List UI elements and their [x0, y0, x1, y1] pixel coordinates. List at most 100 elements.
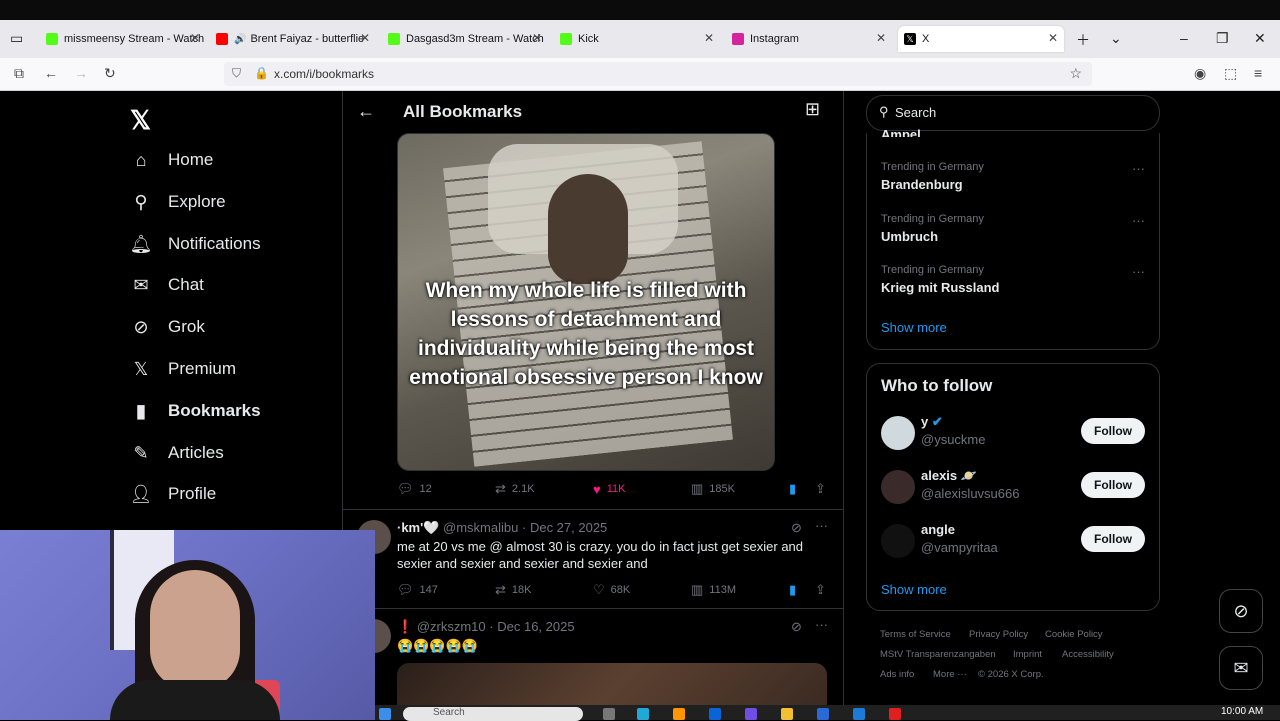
nav-home[interactable]: ⌂ Home: [130, 143, 214, 177]
footer-link-terms[interactable]: Terms of Service: [880, 629, 951, 640]
edge-icon[interactable]: [637, 708, 649, 720]
nav-articles[interactable]: ✎ Articles: [130, 436, 223, 470]
obs-icon[interactable]: [889, 708, 901, 720]
browser-tab-3[interactable]: Dasgasd3m Stream - Watch ✕: [382, 26, 548, 52]
menu-icon[interactable]: ≡: [1254, 65, 1262, 81]
follow-button[interactable]: Follow: [1081, 418, 1145, 444]
nav-explore[interactable]: ⚲ Explore: [130, 185, 225, 219]
nav-bookmarks[interactable]: ▮ Bookmarks: [130, 394, 261, 428]
browser-tab-6-active[interactable]: 𝕏 X ✕: [898, 26, 1064, 52]
windows-start-icon[interactable]: [379, 708, 391, 720]
vscode-icon[interactable]: [709, 708, 721, 720]
tweet-card[interactable]: ·km'🤍 @mskmalibu · Dec 27, 2025 ⊘ ··· me…: [343, 509, 843, 608]
footer-link-imprint[interactable]: Imprint: [1013, 649, 1042, 660]
nav-grok[interactable]: ⊘ Grok: [130, 310, 204, 344]
suggestion-name[interactable]: angle: [921, 522, 955, 537]
new-tab-icon[interactable]: ＋: [1076, 30, 1090, 50]
repost-button[interactable]: ⇄ 2.1K: [495, 481, 535, 497]
share-button[interactable]: ⇪: [815, 582, 832, 598]
like-button[interactable]: ♥ 11K: [593, 482, 625, 497]
avatar[interactable]: [881, 524, 915, 558]
hp-icon[interactable]: [853, 708, 865, 720]
suggestion-name[interactable]: alexis 🪐: [921, 468, 977, 484]
lock-icon[interactable]: 🔒: [254, 66, 269, 80]
grok-fab-button[interactable]: ⊘: [1219, 589, 1263, 633]
footer-link-transparency[interactable]: MStV Transparenzangaben: [880, 649, 996, 660]
browser-tab-1[interactable]: missmeensy Stream - Watch ✕: [40, 26, 206, 52]
footer-link-cookies[interactable]: Cookie Policy: [1045, 629, 1103, 640]
taskbar-search[interactable]: Search: [403, 707, 583, 721]
more-icon[interactable]: ···: [815, 617, 828, 632]
footer-link-accessibility[interactable]: Accessibility: [1062, 649, 1114, 660]
grok-icon[interactable]: ⊘: [791, 619, 802, 635]
tweet-author-handle[interactable]: @mskmalibu: [443, 520, 518, 535]
views-button[interactable]: ▥ 185K: [691, 481, 735, 497]
extensions-icon[interactable]: ⬚: [1224, 65, 1237, 82]
trend-name[interactable]: Umbruch: [881, 229, 938, 244]
tab-overview-icon[interactable]: ▭: [10, 30, 23, 47]
file-explorer-icon[interactable]: [781, 708, 793, 720]
discord-icon[interactable]: [745, 708, 757, 720]
reply-button[interactable]: 💬︎ 147: [397, 582, 438, 598]
close-tab-icon[interactable]: ✕: [532, 31, 542, 45]
account-icon[interactable]: ◉: [1194, 65, 1206, 82]
back-icon[interactable]: ←: [44, 65, 58, 81]
footer-link-ads-info[interactable]: Ads info: [880, 669, 914, 680]
nav-profile[interactable]: 👤︎ Profile: [130, 477, 217, 511]
share-button[interactable]: ⇪: [815, 481, 832, 497]
follow-button[interactable]: Follow: [1081, 526, 1145, 552]
x-logo-icon[interactable]: 𝕏: [130, 105, 151, 136]
repost-button[interactable]: ⇄ 18K: [495, 582, 531, 598]
more-icon[interactable]: ···: [1132, 213, 1145, 228]
trend-name[interactable]: Brandenburg: [881, 177, 963, 192]
follow-suggestion[interactable]: angle @vampyritaa Follow: [881, 522, 1145, 562]
avatar[interactable]: [881, 416, 915, 450]
address-bar[interactable]: ⛉ 🔒 x.com/i/bookmarks ☆: [224, 62, 1092, 86]
grok-icon[interactable]: ⊘: [791, 520, 802, 536]
trend-name[interactable]: Krieg mit Russland: [881, 280, 999, 295]
task-view-icon[interactable]: [603, 708, 615, 720]
views-button[interactable]: ▥ 113M: [691, 582, 736, 598]
tweet-author-handle[interactable]: @zrkszm10: [417, 619, 486, 634]
bookmark-button[interactable]: ▮: [789, 481, 802, 497]
firefox-icon[interactable]: [673, 708, 685, 720]
tweet-date[interactable]: Dec 27, 2025: [530, 520, 607, 535]
store-icon[interactable]: [817, 708, 829, 720]
tweet-date[interactable]: Dec 16, 2025: [497, 619, 574, 634]
avatar[interactable]: [881, 470, 915, 504]
speaker-icon[interactable]: 🔊: [234, 34, 246, 45]
sidebar-toggle-icon[interactable]: ⧉: [14, 65, 24, 82]
reload-icon[interactable]: ↻: [104, 65, 116, 82]
reply-button[interactable]: 💬︎ 12: [397, 481, 432, 497]
close-tab-icon[interactable]: ✕: [704, 31, 714, 45]
restore-icon[interactable]: ❐: [1216, 30, 1229, 47]
minimize-icon[interactable]: –: [1180, 30, 1188, 46]
suggestion-name[interactable]: y ✔: [921, 414, 943, 430]
follow-suggestion[interactable]: alexis 🪐 @alexisluvsu666 Follow: [881, 468, 1145, 508]
nav-chat[interactable]: ✉ Chat: [130, 268, 203, 302]
close-tab-icon[interactable]: ✕: [360, 31, 370, 45]
bookmark-star-icon[interactable]: ☆: [1069, 65, 1082, 82]
close-window-icon[interactable]: ✕: [1254, 30, 1266, 47]
back-arrow-icon[interactable]: ←: [357, 101, 375, 122]
close-tab-icon[interactable]: ✕: [1048, 31, 1058, 45]
browser-tab-5[interactable]: Instagram ✕: [726, 26, 892, 52]
tweet-author-name[interactable]: ❗: [397, 619, 413, 634]
footer-link-more[interactable]: More ···: [933, 669, 967, 680]
follow-suggestion[interactable]: y ✔ @ysuckme Follow: [881, 414, 1145, 454]
messages-fab-button[interactable]: ✉: [1219, 646, 1263, 690]
tweet-author-name[interactable]: ·km'🤍: [397, 520, 439, 535]
nav-notifications[interactable]: 🔔︎ Notifications: [130, 227, 261, 261]
shield-icon[interactable]: ⛉: [232, 66, 241, 81]
bookmark-button[interactable]: ▮: [789, 582, 802, 598]
show-more-link[interactable]: Show more: [881, 320, 947, 335]
more-icon[interactable]: ···: [1132, 161, 1145, 176]
tweet-media-image[interactable]: When my whole life is filled with lesson…: [397, 133, 775, 471]
like-button[interactable]: ♡ 68K: [593, 582, 630, 598]
show-more-link[interactable]: Show more: [881, 582, 947, 597]
follow-button[interactable]: Follow: [1081, 472, 1145, 498]
more-icon[interactable]: ···: [1132, 264, 1145, 279]
new-folder-icon[interactable]: ⊞: [805, 99, 820, 120]
footer-link-privacy[interactable]: Privacy Policy: [969, 629, 1028, 640]
nav-premium[interactable]: 𝕏 Premium: [130, 352, 236, 386]
